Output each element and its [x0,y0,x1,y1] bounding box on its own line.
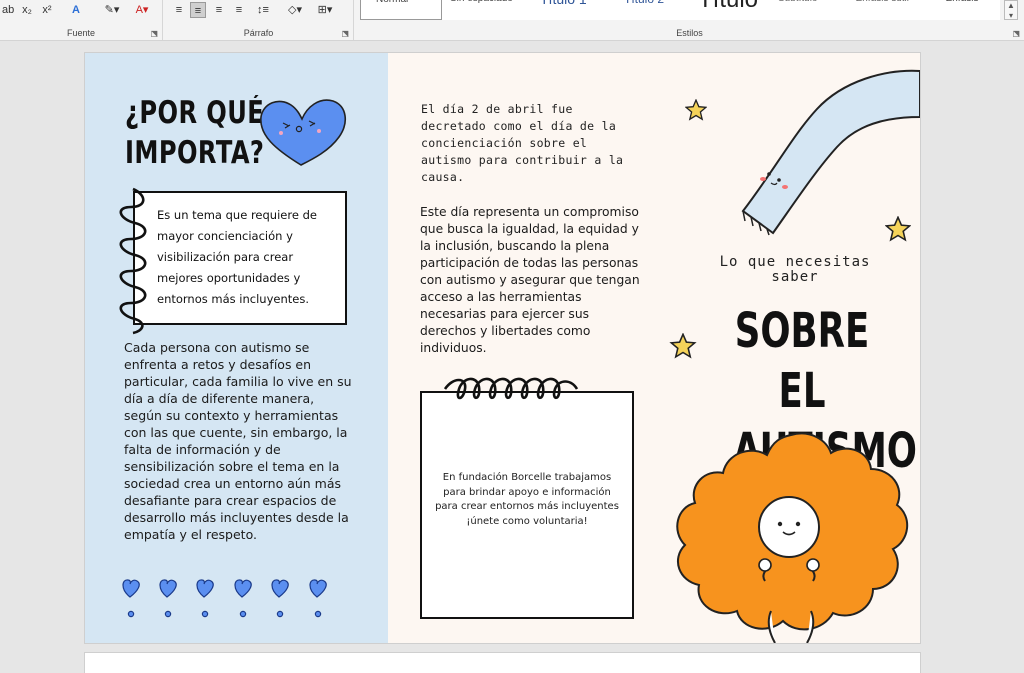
styles-group-label: Estilos [676,28,703,38]
spiral-top-icon [443,377,579,400]
volunteer-text: En fundación Borcelle trabajamos para br… [435,472,619,512]
superscript-icon[interactable]: x² [40,2,54,18]
why-important-title: ¿POR QUÉ IMPORTA? [125,93,264,173]
title-line-1: ¿POR QUÉ [125,95,265,131]
font-group: ab x₂ x² A ✎▾ A▾ Fuente ⬔ [0,0,163,40]
hearts-row-icon [122,579,327,618]
left-body-text: Cada persona con autismo se enfrenta a r… [124,340,352,542]
middle-intro-text: El día 2 de abril fue decretado como el … [421,102,624,184]
style-normal-label: Normal [376,0,408,16]
right-subtitle: Lo que necesitas saber [719,254,871,285]
styles-more-icon[interactable]: ▲ ▾ [1004,0,1018,20]
volunteer-cta: ¡únete como voluntaria! [466,515,588,527]
borders-icon[interactable]: ⊞▾ [314,2,336,18]
volunteer-card: En fundación Borcelle trabajamos para br… [420,391,634,619]
style-enfasis[interactable]: Énfasis [946,0,979,15]
star-icon [685,99,707,121]
middle-body-text: Este día representa un compromiso que bu… [420,205,640,355]
note-card: Es un tema que requiere de mayor concien… [133,191,347,325]
note-text: Es un tema que requiere de mayor concien… [157,208,317,306]
font-color-icon[interactable]: A▾ [130,2,154,18]
subscript-icon[interactable]: x₂ [20,2,34,18]
paragraph-group: ≡ ≡ ≡ ≡ ↕≡ ◇▾ ⊞▾ Párrafo ⬔ [164,0,354,40]
strikethrough-icon[interactable]: ab [2,2,14,18]
align-center-icon[interactable]: ≡ [190,2,206,18]
orange-flower-creature-icon [676,432,908,643]
style-titulo1[interactable]: Título 1 [540,0,587,13]
document-page[interactable]: ¿POR QUÉ IMPORTA? Es un tema que requier… [85,53,920,643]
style-enfasis-sutil[interactable]: Énfasis sutil [856,0,909,15]
align-right-icon[interactable]: ≡ [212,2,226,18]
shading-icon[interactable]: ◇▾ [284,2,306,18]
spiral-binding-icon [119,187,147,335]
paragraph-group-label: Párrafo [243,28,274,38]
style-sin-espaciado[interactable]: Sin espaciado [450,0,513,15]
highlight-icon[interactable]: ✎▾ [100,2,124,18]
blue-creature-icon [741,69,920,236]
style-subtitulo[interactable]: Subtítulo [778,0,817,15]
next-page [85,653,920,673]
style-titulo2[interactable]: Título 2 [624,0,664,14]
right-title-line-1: SOBRE EL [734,303,870,419]
volunteer-card-text: En fundación Borcelle trabajamos para br… [432,471,622,529]
align-left-icon[interactable]: ≡ [172,2,186,18]
style-titulo[interactable]: Título [698,0,758,13]
title-line-2: IMPORTA? [125,135,265,171]
font-dialog-launcher-icon[interactable]: ⬔ [150,29,158,38]
justify-icon[interactable]: ≡ [232,2,246,18]
text-effects-icon[interactable]: A [66,2,86,18]
star-icon [669,333,697,359]
paragraph-dialog-launcher-icon[interactable]: ⬔ [341,29,349,38]
font-group-label: Fuente [66,28,96,38]
word-ribbon: ab x₂ x² A ✎▾ A▾ Fuente ⬔ ≡ ≡ ≡ ≡ ↕≡ ◇▾ … [0,0,1024,41]
blue-heart-icon [260,99,346,166]
line-spacing-icon[interactable]: ↕≡ [252,2,274,18]
styles-dialog-launcher-icon[interactable]: ⬔ [1012,29,1020,38]
